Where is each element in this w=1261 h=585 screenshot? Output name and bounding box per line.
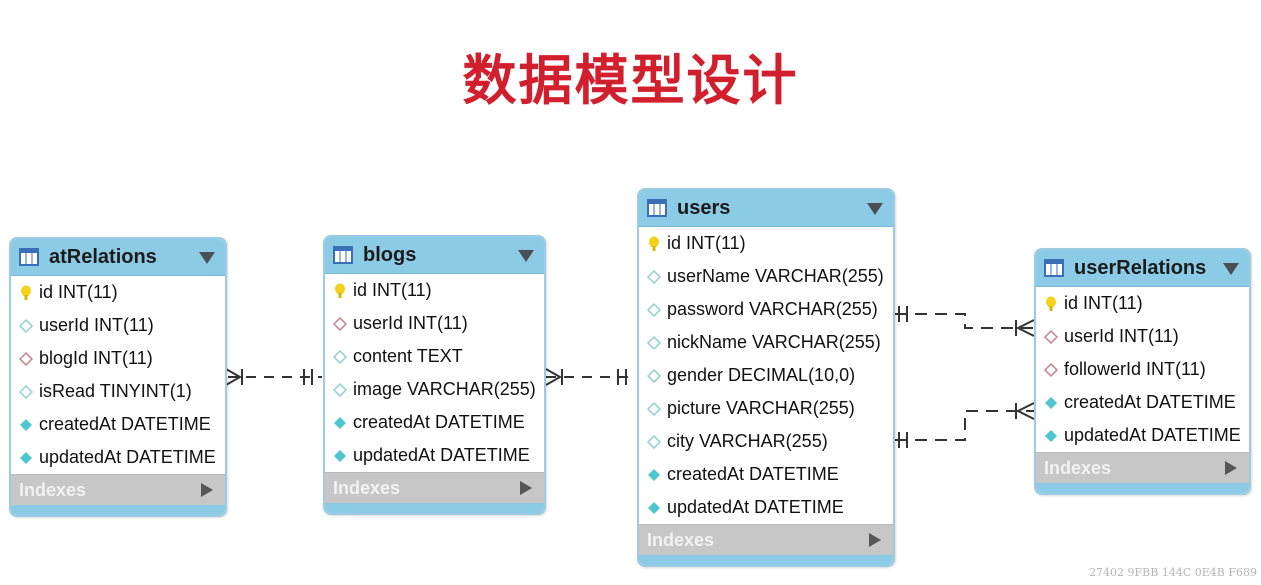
foreign-key-diamond-icon — [19, 351, 33, 366]
column-diamond-icon — [647, 335, 661, 350]
key-icon — [21, 285, 31, 300]
expand-icon[interactable] — [520, 481, 532, 495]
table-icon — [333, 246, 353, 264]
column-diamond-icon — [647, 434, 661, 449]
timestamp-diamond-icon — [1045, 429, 1057, 442]
column-diamond-icon — [19, 318, 33, 333]
field-row[interactable]: image VARCHAR(255) — [325, 373, 544, 406]
table-users[interactable]: users id INT(11) userName VARCHAR(255) p… — [637, 188, 895, 567]
column-diamond-icon — [647, 302, 661, 317]
table-footer — [639, 555, 893, 565]
table-footer — [11, 505, 225, 515]
foreign-key-diamond-icon — [1044, 329, 1058, 344]
field-row[interactable]: createdAt DATETIME — [639, 458, 893, 491]
table-header[interactable]: userRelations — [1036, 250, 1249, 287]
field-row[interactable]: followerId INT(11) — [1036, 353, 1249, 386]
expand-icon[interactable] — [201, 483, 213, 497]
column-diamond-icon — [333, 349, 347, 364]
column-diamond-icon — [333, 382, 347, 397]
field-row[interactable]: gender DECIMAL(10,0) — [639, 359, 893, 392]
indexes-section[interactable]: Indexes — [639, 524, 893, 555]
column-diamond-icon — [647, 269, 661, 284]
watermark-code: 27402 9FBB 144C 0E4B F689 — [1089, 566, 1257, 579]
field-row[interactable]: userId INT(11) — [1036, 320, 1249, 353]
field-row[interactable]: id INT(11) — [11, 276, 225, 309]
table-footer — [325, 503, 544, 513]
timestamp-diamond-icon — [648, 468, 660, 481]
column-diamond-icon — [647, 401, 661, 416]
table-header[interactable]: atRelations — [11, 239, 225, 276]
table-icon — [19, 248, 39, 266]
timestamp-diamond-icon — [20, 451, 32, 464]
field-row[interactable]: updatedAt DATETIME — [325, 439, 544, 472]
table-name: userRelations — [1074, 256, 1207, 279]
table-blogs[interactable]: blogs id INT(11) userId INT(11) content … — [323, 235, 546, 515]
table-icon — [1044, 259, 1064, 277]
field-row[interactable]: createdAt DATETIME — [325, 406, 544, 439]
rel-users-userrelations-followerid — [895, 410, 1035, 441]
table-userrelations[interactable]: userRelations id INT(11) userId INT(11) … — [1034, 248, 1251, 495]
key-icon — [335, 283, 345, 298]
timestamp-diamond-icon — [334, 449, 346, 462]
field-row[interactable]: createdAt DATETIME — [11, 408, 225, 441]
timestamp-diamond-icon — [20, 418, 32, 431]
table-name: atRelations — [49, 245, 157, 268]
key-icon — [649, 236, 659, 251]
field-row[interactable]: content TEXT — [325, 340, 544, 373]
field-row[interactable]: picture VARCHAR(255) — [639, 392, 893, 425]
indexes-section[interactable]: Indexes — [325, 472, 544, 503]
table-header[interactable]: blogs — [325, 237, 544, 274]
timestamp-diamond-icon — [334, 416, 346, 429]
field-row[interactable]: city VARCHAR(255) — [639, 425, 893, 458]
field-row[interactable]: updatedAt DATETIME — [1036, 419, 1249, 452]
collapse-icon[interactable] — [867, 203, 883, 215]
expand-icon[interactable] — [869, 533, 881, 547]
indexes-section[interactable]: Indexes — [1036, 452, 1249, 483]
column-diamond-icon — [19, 384, 33, 399]
collapse-icon[interactable] — [1223, 263, 1239, 275]
table-atrelations[interactable]: atRelations id INT(11) userId INT(11) bl… — [9, 237, 227, 517]
field-row[interactable]: updatedAt DATETIME — [639, 491, 893, 524]
field-row[interactable]: password VARCHAR(255) — [639, 293, 893, 326]
field-row[interactable]: blogId INT(11) — [11, 342, 225, 375]
indexes-section[interactable]: Indexes — [11, 474, 225, 505]
field-row[interactable]: userId INT(11) — [325, 307, 544, 340]
foreign-key-diamond-icon — [1044, 362, 1058, 377]
timestamp-diamond-icon — [1045, 396, 1057, 409]
collapse-icon[interactable] — [518, 250, 534, 262]
table-footer — [1036, 483, 1249, 493]
field-row[interactable]: createdAt DATETIME — [1036, 386, 1249, 419]
rel-users-userrelations-userid — [895, 313, 1035, 329]
field-row[interactable]: userName VARCHAR(255) — [639, 260, 893, 293]
field-row[interactable]: id INT(11) — [1036, 287, 1249, 320]
field-row[interactable]: userId INT(11) — [11, 309, 225, 342]
foreign-key-diamond-icon — [333, 316, 347, 331]
field-row[interactable]: isRead TINYINT(1) — [11, 375, 225, 408]
timestamp-diamond-icon — [648, 501, 660, 514]
column-diamond-icon — [647, 368, 661, 383]
field-row[interactable]: updatedAt DATETIME — [11, 441, 225, 474]
field-row[interactable]: nickName VARCHAR(255) — [639, 326, 893, 359]
expand-icon[interactable] — [1225, 461, 1237, 475]
collapse-icon[interactable] — [199, 252, 215, 264]
table-header[interactable]: users — [639, 190, 893, 227]
field-row[interactable]: id INT(11) — [639, 227, 893, 260]
table-icon — [647, 199, 667, 217]
table-name: blogs — [363, 243, 417, 266]
key-icon — [1046, 296, 1056, 311]
field-row[interactable]: id INT(11) — [325, 274, 544, 307]
table-name: users — [677, 196, 731, 219]
